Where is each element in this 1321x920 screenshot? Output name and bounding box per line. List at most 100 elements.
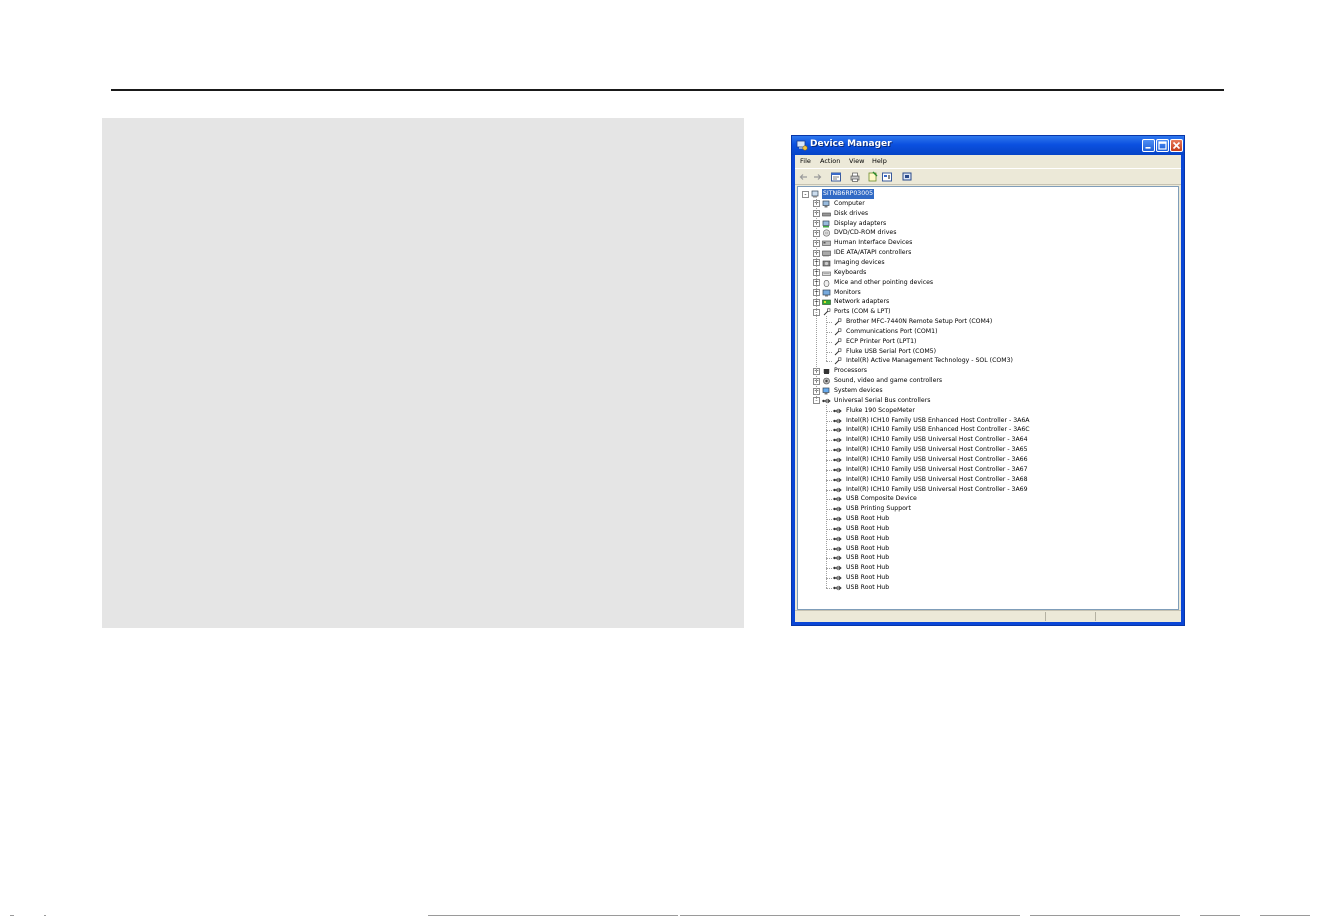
close-icon xyxy=(1172,141,1181,150)
help-icon[interactable] xyxy=(867,171,879,183)
device-tree[interactable]: - SITNB6RP03005 + Computer + Disk drives + Disp… xyxy=(797,186,1179,610)
maximize-icon xyxy=(1158,141,1167,150)
minimize-icon xyxy=(1145,147,1151,149)
footer-mark xyxy=(44,915,46,916)
usb-icon xyxy=(833,408,842,414)
tree-connector xyxy=(826,404,827,588)
usb-icon xyxy=(833,457,842,463)
tree-item-label: Intel(R) ICH10 Family USB Universal Host… xyxy=(846,455,1028,463)
usb-icon xyxy=(833,447,842,453)
tree-item-label: Sound, video and game controllers xyxy=(834,377,943,385)
tree-item-label: Imaging devices xyxy=(834,258,885,266)
tree-item-label: Intel(R) ICH10 Family USB Universal Host… xyxy=(846,485,1028,493)
device-manager-window[interactable]: Device Manager File Action View Help - SI… xyxy=(791,135,1185,626)
forward-arrow-icon[interactable] xyxy=(811,171,823,183)
usb-icon xyxy=(833,477,842,482)
usb-icon xyxy=(833,565,842,571)
tree-item-label: Human Interface Devices xyxy=(834,239,913,247)
tree-item-label: Intel(R) ICH10 Family USB Enhanced Host … xyxy=(846,426,1030,434)
footer-rule xyxy=(1200,915,1240,916)
menu-action[interactable]: Action xyxy=(820,157,840,165)
tree-item-label: Intel(R) ICH10 Family USB Universal Host… xyxy=(846,465,1028,473)
display-adapter-icon xyxy=(822,220,830,228)
tree-item-label: Intel(R) ICH10 Family USB Universal Host… xyxy=(846,436,1028,444)
print-icon[interactable] xyxy=(849,171,861,183)
port-icon xyxy=(834,338,842,346)
tree-item-label: Computer xyxy=(834,199,865,207)
port-icon xyxy=(834,348,842,355)
port-icon xyxy=(834,328,842,336)
tree-item-label: USB Root Hub xyxy=(846,515,890,523)
tree-item-label: USB Root Hub xyxy=(846,544,890,552)
usb-icon xyxy=(833,556,842,561)
tree-item-label: IDE ATA/ATAPI controllers xyxy=(834,249,912,257)
back-arrow-icon[interactable] xyxy=(798,171,810,183)
computer-icon xyxy=(822,200,830,208)
page-header-rule xyxy=(111,89,1224,91)
window-client-area: File Action View Help - SITNB6RP03005 + Com… xyxy=(795,155,1181,622)
footer-rule xyxy=(1030,915,1180,916)
network-adapter-icon xyxy=(822,300,831,306)
footer-rule xyxy=(1260,915,1310,916)
usb-icon xyxy=(833,428,842,433)
usb-icon xyxy=(833,526,842,532)
usb-icon xyxy=(833,418,842,423)
tree-item-label: Universal Serial Bus controllers xyxy=(834,396,931,404)
content-panel xyxy=(102,118,744,628)
imaging-device-icon xyxy=(822,260,831,267)
view-icon[interactable] xyxy=(881,171,893,183)
tree-item-label: System devices xyxy=(834,387,883,394)
tree-item-label: Intel(R) ICH10 Family USB Universal Host… xyxy=(846,446,1028,454)
collapse-icon[interactable]: - xyxy=(802,190,809,198)
ide-controller-icon xyxy=(822,250,831,258)
sound-icon xyxy=(823,377,830,385)
tree-item-label: Mice and other pointing devices xyxy=(834,278,934,286)
tree-item-label: Fluke 190 ScopeMeter xyxy=(846,406,915,414)
status-separator xyxy=(1095,612,1096,621)
port-icon xyxy=(823,308,831,316)
keyboard-icon xyxy=(822,271,831,276)
window-title: Device Manager xyxy=(810,139,892,149)
tree-connector xyxy=(826,588,832,589)
status-separator xyxy=(1045,612,1046,621)
tree-item-label: Display adapters xyxy=(834,219,887,227)
port-icon xyxy=(834,318,842,326)
tree-item-label: Network adapters xyxy=(834,298,890,306)
tree-item-label: Monitors xyxy=(834,288,861,296)
menu-view[interactable]: View xyxy=(849,157,864,165)
usb-icon xyxy=(833,437,842,443)
properties-icon[interactable] xyxy=(830,171,842,183)
menu-file[interactable]: File xyxy=(800,157,811,165)
close-button[interactable] xyxy=(1170,139,1183,152)
tree-connector xyxy=(816,199,817,401)
tree-item-label: Intel(R) ICH10 Family USB Universal Host… xyxy=(846,475,1028,483)
usb-icon xyxy=(833,467,842,473)
processor-icon xyxy=(823,369,830,375)
tree-item-label: Communications Port (COM1) xyxy=(846,327,938,335)
tree-item-label: Intel(R) ICH10 Family USB Enhanced Host … xyxy=(846,416,1030,424)
tree-item-label: Ports (COM & LPT) xyxy=(834,308,891,316)
tree-item-label: USB Composite Device xyxy=(846,495,917,503)
tree-item-label: USB Root Hub xyxy=(846,584,890,591)
usb-icon xyxy=(833,506,842,512)
scan-hardware-icon[interactable] xyxy=(901,171,913,183)
usb-icon xyxy=(833,516,842,522)
menu-help[interactable]: Help xyxy=(872,157,887,165)
title-bar[interactable]: Device Manager xyxy=(792,136,1184,155)
minimize-button[interactable] xyxy=(1142,139,1155,152)
tree-connector xyxy=(826,316,827,362)
disk-drive-icon xyxy=(822,212,831,216)
usb-icon xyxy=(833,546,842,551)
status-bar xyxy=(795,610,1181,622)
tree-item-label: ECP Printer Port (LPT1) xyxy=(846,337,917,345)
tree-item-label: Brother MFC-7440N Remote Setup Port (COM… xyxy=(846,318,993,326)
tree-item-label: USB Root Hub xyxy=(846,524,890,532)
maximize-button[interactable] xyxy=(1156,139,1169,152)
mouse-icon xyxy=(823,279,830,287)
usb-icon xyxy=(833,585,842,591)
usb-icon xyxy=(833,575,842,581)
tree-item-label: USB Root Hub xyxy=(846,564,890,572)
monitor-icon xyxy=(822,289,831,296)
tree-connector xyxy=(826,361,832,363)
tree-item-label: Keyboards xyxy=(834,268,867,276)
